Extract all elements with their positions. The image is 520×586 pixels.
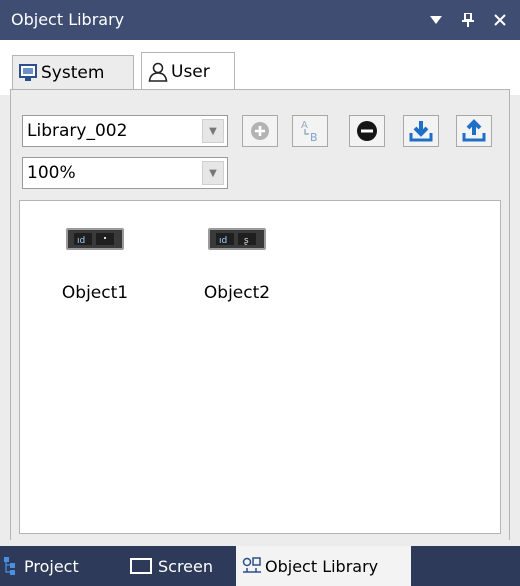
add-button[interactable] [242, 115, 278, 147]
library-select[interactable]: Library_002 ▼ [22, 115, 228, 147]
export-button[interactable] [456, 115, 492, 147]
object-item[interactable]: ıd ʂ [208, 228, 266, 250]
add-icon [250, 121, 270, 141]
library-select-value: Library_002 [27, 121, 128, 141]
tab-user-label: User [171, 61, 210, 82]
import-button[interactable] [403, 115, 439, 147]
svg-text:ıd: ıd [77, 236, 85, 246]
system-icon [19, 63, 37, 82]
zoom-select[interactable]: 100% ▼ [22, 157, 228, 189]
tab-system[interactable]: System [12, 55, 134, 89]
svg-text:B: B [310, 131, 318, 144]
bottom-tab-project-label: Project [24, 556, 79, 576]
object-label: Object1 [61, 283, 129, 303]
rename-button[interactable]: AB [292, 115, 328, 147]
remove-icon [356, 120, 378, 142]
object-icon: ıd [66, 228, 124, 250]
svg-text:ʂ: ʂ [244, 236, 249, 246]
chevron-down-icon[interactable]: ▼ [202, 119, 224, 143]
import-icon [409, 119, 433, 143]
panel-title: Object Library [11, 10, 125, 29]
tab-system-label: System [41, 62, 105, 83]
pin-icon[interactable] [456, 6, 480, 34]
screen-icon [130, 558, 152, 574]
dropdown-icon[interactable] [424, 6, 448, 34]
bottom-tab-screen-label: Screen [158, 556, 214, 576]
bottom-tab-object-library[interactable]: Object Library [236, 546, 411, 586]
tab-user[interactable]: User [141, 52, 235, 90]
svg-text:ıd: ıd [219, 236, 227, 246]
close-icon[interactable] [488, 6, 512, 34]
bottom-tab-project[interactable]: Project [4, 546, 124, 586]
project-icon [4, 557, 18, 575]
bottom-tab-object-library-label: Object Library [265, 556, 379, 576]
object-library-icon [242, 557, 262, 575]
object-item[interactable]: ıd [66, 228, 124, 250]
export-icon [462, 119, 486, 143]
user-icon [148, 62, 168, 82]
object-icon: ıd ʂ [208, 228, 266, 250]
chevron-down-icon[interactable]: ▼ [202, 161, 224, 185]
object-label: Object2 [203, 283, 271, 303]
zoom-select-value: 100% [27, 163, 76, 183]
rename-icon: AB [297, 118, 323, 144]
bottom-tab-screen[interactable]: Screen [130, 546, 230, 586]
remove-button[interactable] [349, 115, 385, 147]
